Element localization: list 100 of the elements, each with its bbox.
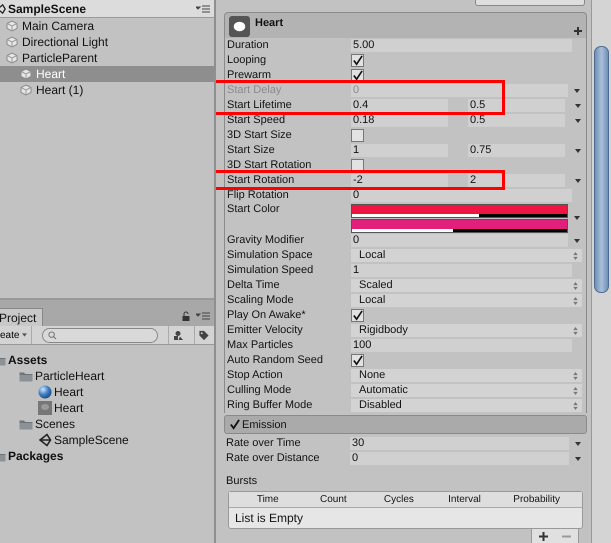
updown-arrows-icon <box>573 402 578 410</box>
cube-icon <box>6 52 18 64</box>
min-value-field[interactable]: -2 <box>351 174 448 187</box>
property-label: Duration <box>227 39 270 52</box>
value-field[interactable]: 1 <box>351 264 572 277</box>
add-icon[interactable] <box>539 532 548 540</box>
project-item[interactable]: SampleScene <box>54 433 129 447</box>
property-label: Emitter Velocity <box>227 324 304 337</box>
max-value-field[interactable]: 0.5 <box>468 99 565 112</box>
dropdown[interactable]: Scaled <box>351 279 582 292</box>
toolbar-button[interactable] <box>475 0 585 6</box>
caret-icon[interactable] <box>574 88 580 92</box>
scrollbar[interactable] <box>591 0 611 543</box>
tag-icon <box>198 330 210 340</box>
menu-icon[interactable] <box>196 4 210 12</box>
property-label: Delta Time <box>227 279 281 292</box>
property-label: Start Color <box>227 203 281 216</box>
max-value-field[interactable]: 0.5 <box>468 114 565 127</box>
checkbox[interactable] <box>351 54 364 67</box>
property-label: Looping <box>227 54 268 67</box>
caret-icon[interactable] <box>575 178 581 182</box>
project-item[interactable]: Heart <box>54 385 84 399</box>
updown-arrows-icon <box>573 296 578 304</box>
value-field[interactable]: 0 <box>351 234 568 247</box>
color-swatch[interactable] <box>351 204 568 218</box>
caret-icon[interactable] <box>575 118 581 122</box>
checkbox[interactable] <box>351 129 364 142</box>
cube-icon <box>6 20 18 32</box>
check-icon <box>352 70 363 81</box>
caret-icon[interactable] <box>575 442 581 446</box>
property-label: Culling Mode <box>227 384 292 397</box>
property-label: Rate over Distance <box>226 452 321 465</box>
project-item[interactable]: Packages <box>8 449 64 463</box>
cube-icon <box>6 36 18 48</box>
check-icon[interactable] <box>229 419 240 430</box>
project-item[interactable]: Assets <box>8 353 48 367</box>
project-tab[interactable]: Project <box>0 308 44 326</box>
dropdown[interactable]: Automatic <box>351 384 582 397</box>
max-value-field[interactable]: 2 <box>468 174 565 187</box>
property-label: Gravity Modifier <box>227 234 306 247</box>
updown-arrows-icon <box>573 252 578 260</box>
property-label: Ring Buffer Mode <box>227 399 314 412</box>
property-label: Start Delay <box>227 84 282 97</box>
dropdown[interactable]: None <box>351 369 582 382</box>
hierarchy-item[interactable]: Main Camera <box>0 18 214 34</box>
project-item[interactable]: Scenes <box>35 417 76 431</box>
search-icon <box>48 330 58 340</box>
color-swatch[interactable] <box>351 219 568 233</box>
scroll-thumb[interactable] <box>594 46 609 293</box>
cube-icon <box>20 68 32 80</box>
value-field[interactable]: 0 <box>351 189 572 202</box>
property-label: Start Rotation <box>227 174 296 187</box>
dropdown[interactable]: Disabled <box>351 399 582 412</box>
value-field[interactable]: 100 <box>351 339 572 352</box>
sphere-icon <box>38 385 52 399</box>
component-icon <box>229 16 250 37</box>
plus-icon[interactable] <box>574 27 582 35</box>
bursts-label: Bursts <box>225 475 258 489</box>
hierarchy-item[interactable]: Directional Light <box>0 34 214 50</box>
search-field[interactable] <box>42 328 158 342</box>
column-header: Interval <box>447 494 482 505</box>
property-label: Start Speed <box>227 114 286 127</box>
column-header: Time <box>256 494 280 505</box>
property-label: Simulation Space <box>227 249 314 262</box>
hierarchy-item[interactable]: Heart (1) <box>0 82 214 98</box>
property-label: Start Lifetime <box>227 99 293 112</box>
caret-icon[interactable] <box>575 456 581 460</box>
min-value-field[interactable]: 0.18 <box>351 114 448 127</box>
value-field[interactable]: 5.00 <box>351 39 572 52</box>
caret-icon[interactable] <box>574 238 580 242</box>
caret-icon[interactable] <box>574 216 580 220</box>
lock-icon[interactable] <box>182 311 190 321</box>
check-icon <box>352 355 363 366</box>
module-header[interactable]: Emission <box>224 415 587 434</box>
property-label: Prewarm <box>227 69 272 82</box>
project-item[interactable]: Heart <box>54 401 84 415</box>
cube-icon <box>20 84 32 96</box>
updown-arrows-icon <box>573 282 578 290</box>
max-value-field[interactable]: 0.75 <box>468 144 565 157</box>
menu-icon[interactable] <box>196 312 210 320</box>
dropdown[interactable]: Local <box>351 294 582 307</box>
value-field[interactable]: 0 <box>350 452 569 465</box>
folder-icon <box>19 418 33 430</box>
empty-list-text: List is Empty <box>235 511 304 525</box>
project-item[interactable]: ParticleHeart <box>35 369 104 383</box>
min-value-field[interactable]: 0.4 <box>351 99 448 112</box>
dropdown[interactable]: Rigidbody <box>351 324 582 337</box>
property-label: Scaling Mode <box>227 294 295 307</box>
caret-icon[interactable] <box>575 148 581 152</box>
column-header: Cycles <box>382 494 415 505</box>
hierarchy-item[interactable]: ParticleParent <box>0 50 214 66</box>
property-label: Start Size <box>227 144 276 157</box>
checkbox[interactable] <box>351 354 364 367</box>
property-label: Max Particles <box>227 339 294 352</box>
value-field[interactable]: 30 <box>350 437 569 450</box>
checkbox[interactable] <box>351 309 364 322</box>
min-value-field[interactable]: 1 <box>351 144 448 157</box>
caret-icon[interactable] <box>575 104 581 108</box>
create-button[interactable]: eate <box>0 326 32 344</box>
dropdown[interactable]: Local <box>351 249 582 262</box>
